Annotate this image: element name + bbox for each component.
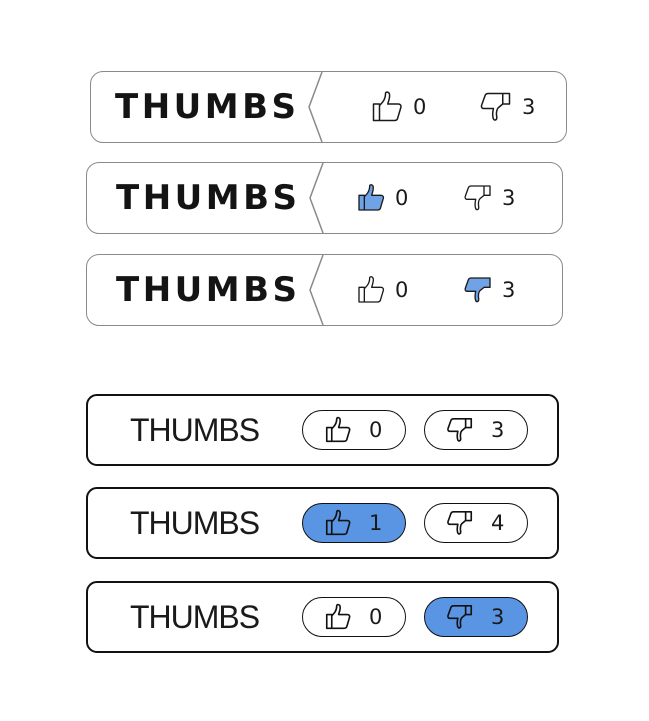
thumbs-down-count: 3 (491, 605, 505, 629)
thumbs-up-count: 0 (369, 605, 383, 629)
thumbs-up-button[interactable]: 0 (355, 163, 408, 233)
thumbs-up-icon (323, 508, 353, 538)
chevron-divider (308, 71, 323, 143)
thumbs-down-icon (445, 602, 475, 632)
thumbs-down-icon (445, 508, 475, 538)
thumbs-up-icon (355, 274, 387, 306)
thumbs-down-count: 3 (522, 95, 536, 119)
chevron-divider (309, 162, 324, 234)
thumbs-down-button[interactable]: 3 (424, 597, 528, 637)
thumbs-up-count: 0 (369, 418, 383, 442)
thumbs-widget-5: THUMBS 1 4 (86, 487, 559, 559)
thumbs-down-count: 4 (491, 511, 505, 535)
thumbs-down-button[interactable]: 3 (424, 410, 528, 450)
thumbs-up-count: 0 (395, 186, 409, 210)
thumbs-widget-1: THUMBS 0 3 (90, 71, 567, 143)
thumbs-up-count: 0 (413, 95, 427, 119)
thumbs-up-button[interactable]: 0 (369, 72, 426, 142)
thumbs-down-icon (478, 89, 514, 125)
thumbs-up-icon (369, 89, 405, 125)
thumbs-down-icon (462, 274, 494, 306)
thumbs-up-button[interactable]: 1 (302, 503, 406, 543)
thumbs-up-icon (323, 415, 353, 445)
thumbs-down-count: 3 (502, 278, 516, 302)
thumbs-widget-6: THUMBS 0 3 (86, 581, 559, 653)
thumbs-up-button[interactable]: 0 (302, 410, 406, 450)
widget-title: THUMBS (115, 87, 300, 127)
thumbs-up-icon (355, 182, 387, 214)
thumbs-down-button[interactable]: 3 (462, 255, 515, 325)
thumbs-down-button[interactable]: 3 (462, 163, 515, 233)
thumbs-down-icon (462, 182, 494, 214)
widget-title: THUMBS (130, 411, 260, 448)
chevron-divider (309, 254, 324, 326)
thumbs-down-count: 3 (491, 418, 505, 442)
widget-title: THUMBS (130, 504, 260, 541)
thumbs-widget-3: THUMBS 0 3 (86, 254, 563, 326)
thumbs-up-button[interactable]: 0 (355, 255, 408, 325)
thumbs-down-button[interactable]: 4 (424, 503, 528, 543)
thumbs-down-icon (445, 415, 475, 445)
thumbs-down-count: 3 (502, 186, 516, 210)
widget-title: THUMBS (116, 270, 301, 310)
thumbs-up-count: 0 (395, 278, 409, 302)
thumbs-widget-2: THUMBS 0 3 (86, 162, 563, 234)
widget-title: THUMBS (116, 178, 301, 218)
widget-title: THUMBS (130, 598, 260, 635)
thumbs-widget-4: THUMBS 0 3 (86, 394, 559, 466)
thumbs-up-button[interactable]: 0 (302, 597, 406, 637)
thumbs-down-button[interactable]: 3 (478, 72, 535, 142)
thumbs-up-count: 1 (369, 511, 383, 535)
thumbs-up-icon (323, 602, 353, 632)
